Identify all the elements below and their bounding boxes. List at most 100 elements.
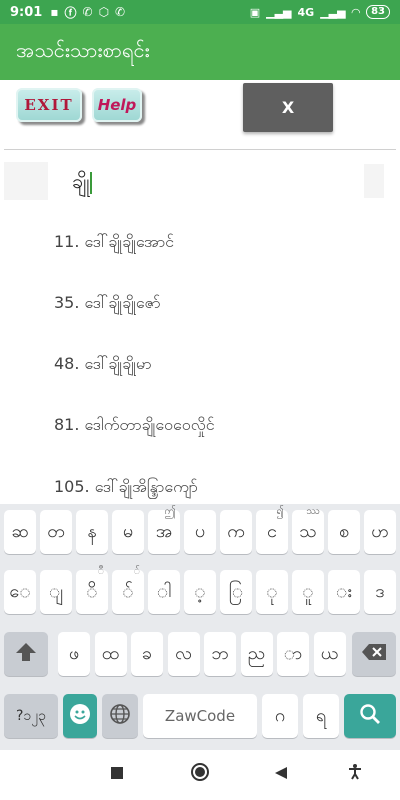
backspace-key[interactable] <box>352 632 396 676</box>
message-icon: ▪ <box>50 5 59 19</box>
space-key[interactable]: ZawCode <box>143 694 257 738</box>
keyboard-key[interactable]: ိီ <box>76 566 108 614</box>
app-title: အသင်းသားစာရင်း <box>16 38 150 62</box>
emoji-key[interactable] <box>63 694 97 738</box>
result-item[interactable]: 48. ဒေါ်ချိုချိုမာ <box>54 353 152 377</box>
key-label: က <box>227 520 245 542</box>
keyboard-key[interactable]: ခ <box>131 632 163 676</box>
keyboard-key[interactable]: ဒ <box>364 570 396 614</box>
recents-button[interactable] <box>110 764 124 785</box>
square-icon <box>111 767 123 779</box>
keyboard-key[interactable]: ဆ <box>4 510 36 554</box>
key-label: ပ <box>194 520 206 542</box>
key-label: ူ <box>302 580 314 602</box>
status-bar: 9:01 ▪ ⓕ ✆ ⬡ ✆ ▣ ▁▃▅ 4G ▁▃▅ ◠ 83 <box>0 0 400 24</box>
keyboard-key[interactable]: အဤ <box>148 506 180 554</box>
key-alt-label: ီ <box>97 566 104 577</box>
search-key[interactable] <box>344 694 396 738</box>
keyboard-key[interactable]: ဘ <box>204 632 236 676</box>
volte-icon: ▣ <box>249 5 261 19</box>
signal-icon: ▁▃▅ <box>266 5 292 19</box>
key-alt-label: ၍ <box>276 506 284 517</box>
key-label: န <box>87 520 97 542</box>
key-label: တ <box>47 520 65 542</box>
keyboard-key[interactable]: ်ၲ <box>112 566 144 614</box>
keyboard-key[interactable]: သဿ <box>292 506 324 554</box>
key-label: ထ <box>101 642 120 664</box>
backspace-icon <box>361 643 387 666</box>
key-ga[interactable]: ဂ <box>262 694 298 738</box>
text-cursor <box>90 171 93 194</box>
keyboard-key[interactable]: က <box>220 510 252 554</box>
result-item[interactable]: 105. ဒေါ်ချိုအိန္ဒြာကျော် <box>54 476 198 500</box>
result-item[interactable]: 35. ဒေါ်ချိုချိုဇော် <box>54 292 161 316</box>
keyboard-key[interactable]: လ <box>167 632 200 676</box>
search-right-pad <box>364 164 384 198</box>
shift-key[interactable] <box>4 632 48 676</box>
key-label: င <box>267 520 277 542</box>
key-label: မ <box>122 520 134 542</box>
symbols-key[interactable]: ?၁၂၃ <box>4 694 58 738</box>
key-label: း <box>336 580 352 602</box>
keyboard-key[interactable]: ဖ <box>58 632 90 676</box>
keyboard-key[interactable]: ု <box>256 570 288 614</box>
status-time: 9:01 <box>10 4 43 20</box>
exit-button[interactable]: EXIT <box>16 88 82 122</box>
emoji-icon <box>69 703 91 730</box>
keyboard-key[interactable]: ့ <box>184 570 216 614</box>
back-button[interactable] <box>274 764 288 785</box>
key-label: ခ <box>141 642 153 664</box>
search-value: ချို <box>72 168 93 198</box>
key-label: ြ <box>228 580 244 602</box>
app-screen: 9:01 ▪ ⓕ ✆ ⬡ ✆ ▣ ▁▃▅ 4G ▁▃▅ ◠ 83 အသင်းသာ… <box>0 0 400 800</box>
help-button[interactable]: Help <box>92 88 142 122</box>
key-label: ့ <box>194 580 206 602</box>
divider <box>4 149 396 150</box>
keyboard-key[interactable]: စ <box>328 510 360 554</box>
keyboard-key[interactable]: ျ <box>40 570 72 614</box>
result-item[interactable]: 11. ဒေါ်ချိုချိုအောင် <box>54 231 174 255</box>
keyboard-key[interactable]: ပ <box>184 510 216 554</box>
keyboard-key[interactable]: တ <box>40 510 72 554</box>
key-label: ျ <box>48 580 64 602</box>
keyboard-key[interactable]: န <box>76 510 108 554</box>
search-left-pad <box>4 162 48 200</box>
keyboard-key[interactable]: ည <box>240 632 273 676</box>
accessibility-button[interactable] <box>348 764 362 785</box>
keyboard-key[interactable]: ါ <box>148 570 180 614</box>
key-ra[interactable]: ရ <box>303 694 339 738</box>
search-input[interactable]: ချို <box>4 162 384 200</box>
key-label: စ <box>338 520 350 542</box>
soft-keyboard: ဆတနမအဤပကင၍သဿစဟ ေျိီ်ၲါ့ြုူးဒ ဖထခလဘညာယ ?၁… <box>0 504 400 750</box>
key-label: ာ <box>283 642 303 664</box>
key-label: ည <box>247 642 266 664</box>
home-button[interactable] <box>190 762 210 787</box>
key-label: ါ <box>156 580 172 602</box>
facebook-icon: ⓕ <box>64 5 77 20</box>
home-circle-icon <box>191 763 209 781</box>
key-label: အ <box>155 520 173 542</box>
keyboard-key[interactable]: ူ <box>292 570 324 614</box>
keyboard-key[interactable]: ာ <box>277 632 309 676</box>
key-label: ဟ <box>371 520 389 542</box>
network-type: 4G <box>297 5 315 19</box>
result-item[interactable]: 81. ဒေါက်တာချိုဝေဝေလှိုင် <box>54 414 215 438</box>
keyboard-key[interactable]: ြ <box>220 570 252 614</box>
key-label: ေ <box>9 580 31 602</box>
vpn-icon: ⬡ <box>98 5 110 19</box>
clear-search-button[interactable]: X <box>243 83 333 132</box>
keyboard-key[interactable]: င၍ <box>256 506 288 554</box>
key-alt-label: ၲ <box>133 566 140 577</box>
wifi-icon: ◠ <box>351 5 361 19</box>
keyboard-key[interactable]: မ <box>112 510 144 554</box>
key-label: လ <box>175 642 192 664</box>
key-alt-label: ဿ <box>306 506 320 517</box>
key-label: ယ <box>320 642 339 664</box>
shift-icon <box>15 642 37 667</box>
keyboard-key[interactable]: ထ <box>94 632 127 676</box>
language-key[interactable] <box>102 694 138 738</box>
keyboard-key[interactable]: း <box>328 570 360 614</box>
keyboard-key[interactable]: ေ <box>4 570 36 614</box>
keyboard-key[interactable]: ယ <box>313 632 346 676</box>
keyboard-key[interactable]: ဟ <box>364 510 396 554</box>
